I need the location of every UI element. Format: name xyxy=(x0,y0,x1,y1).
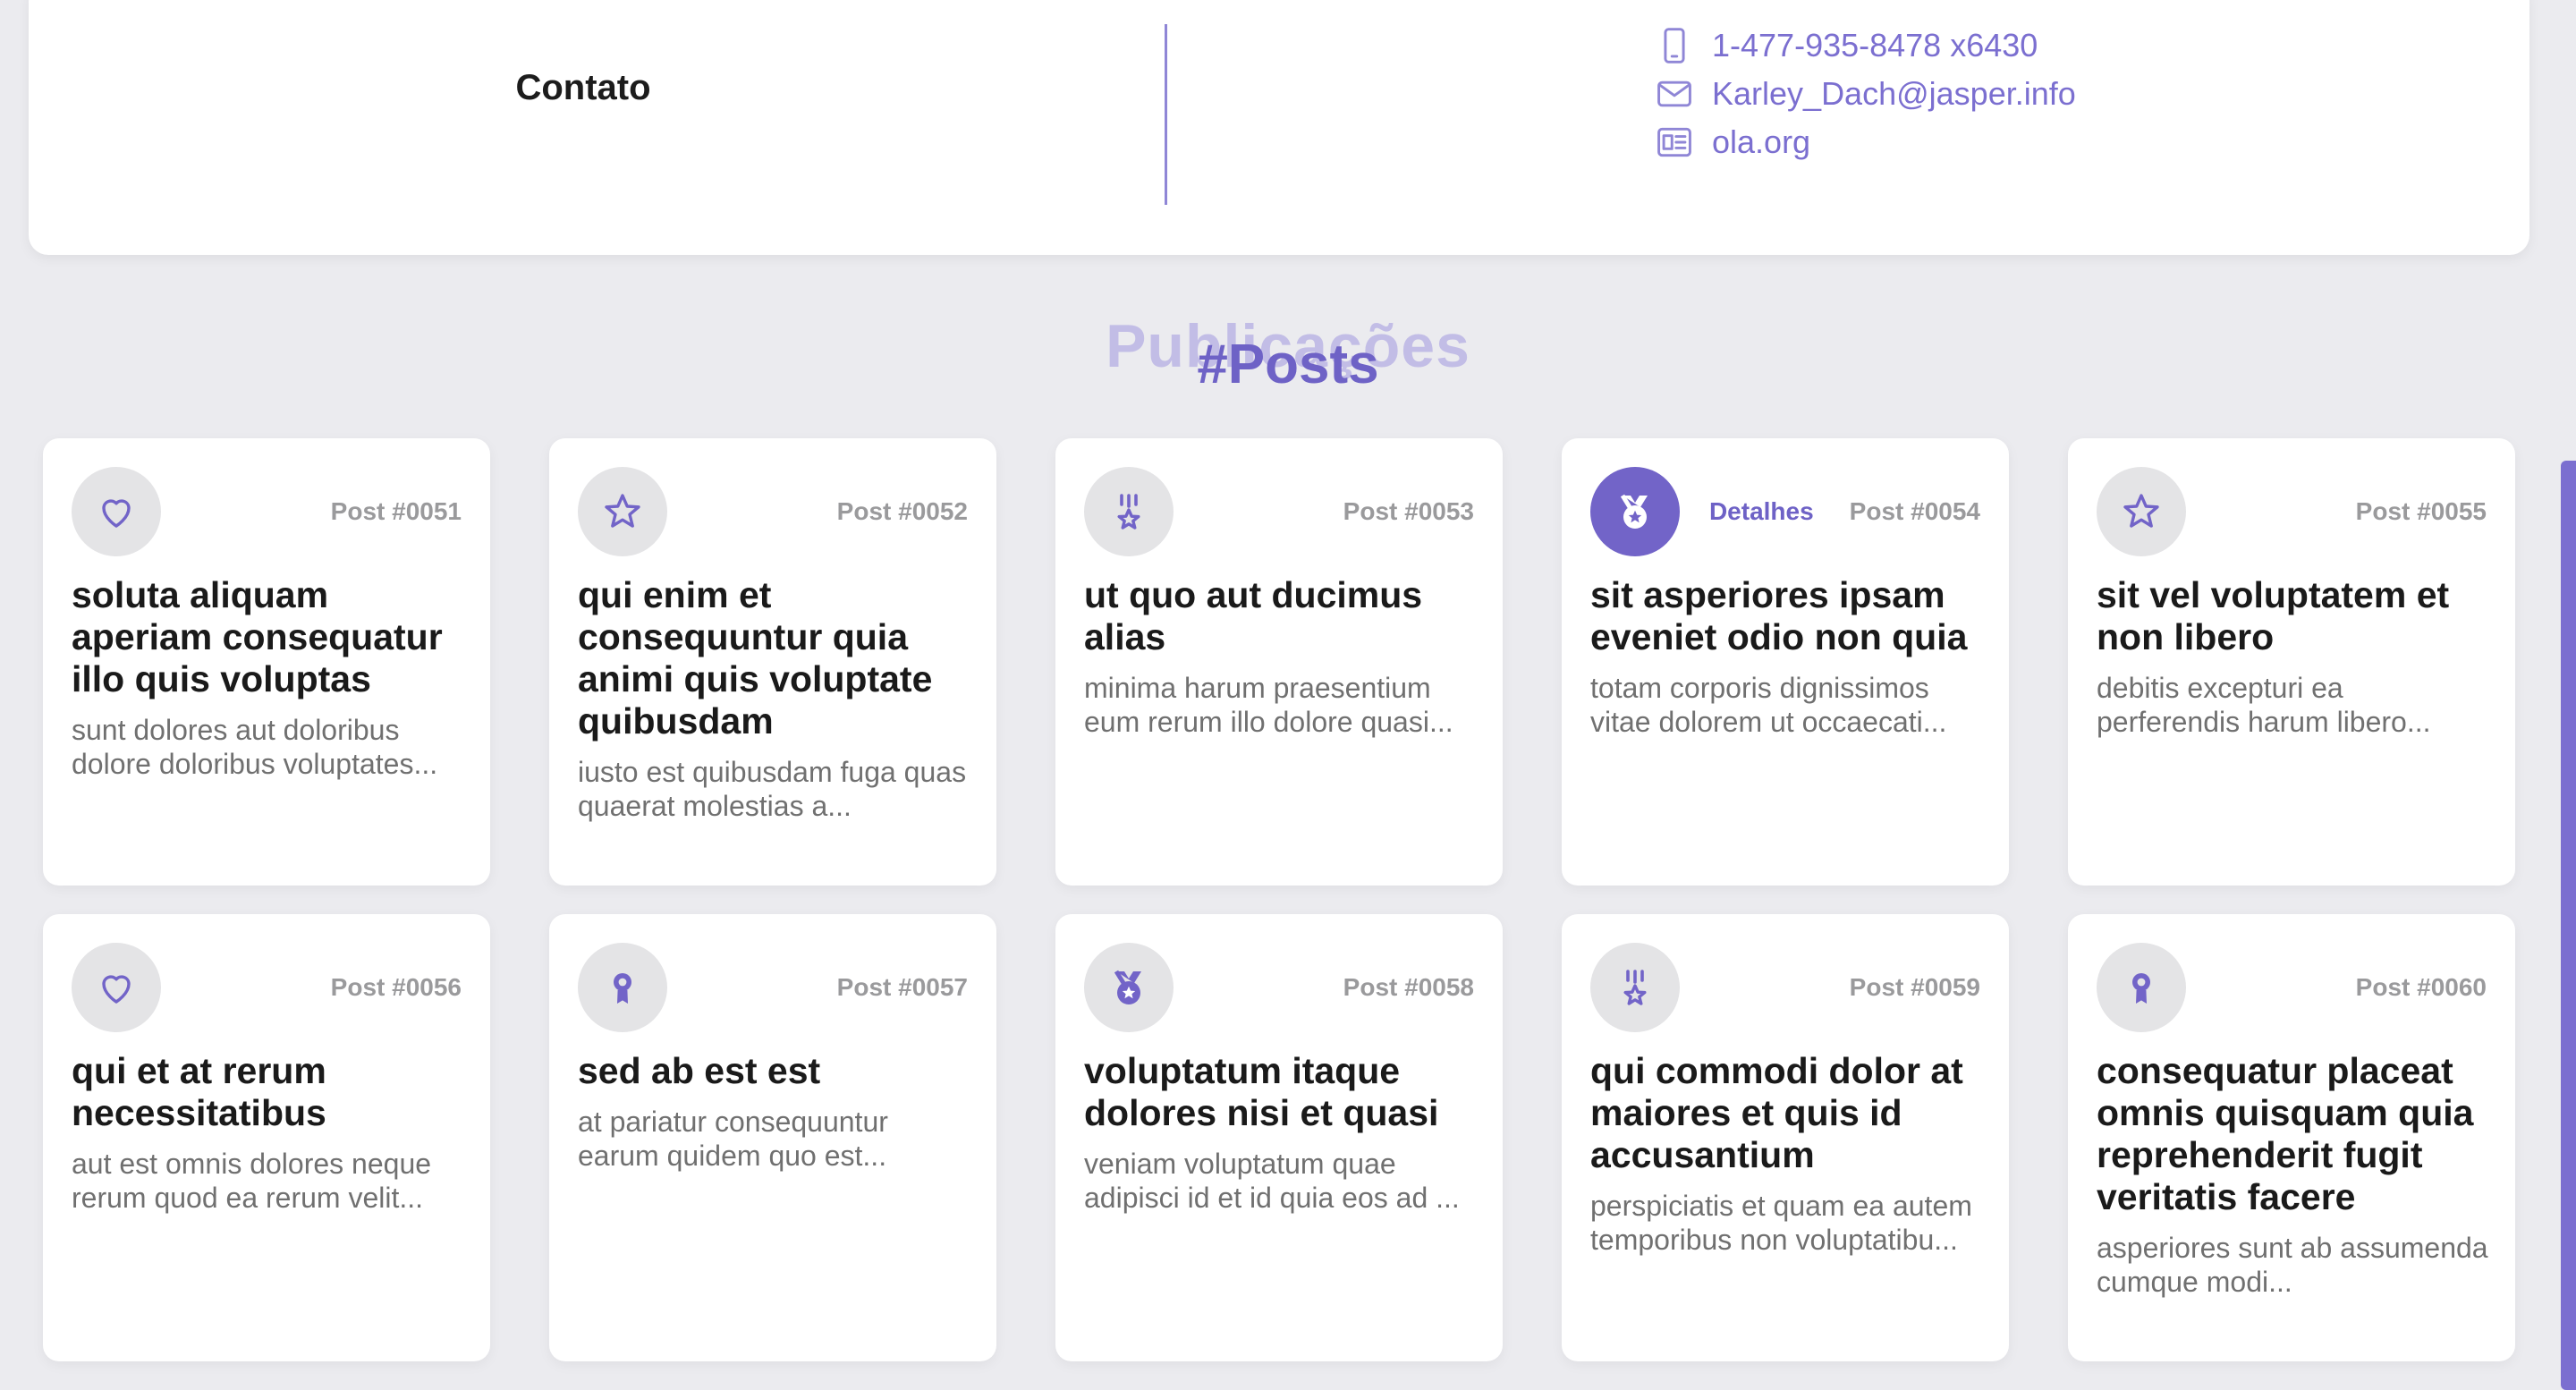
post-card[interactable]: Post #0057 sed ab est est at pariatur cons… xyxy=(549,914,996,1361)
post-card-header: Post #0057 xyxy=(578,943,968,1032)
post-number: Post #0052 xyxy=(836,497,968,525)
post-badge xyxy=(1590,467,1680,556)
contact-title: Contato xyxy=(515,68,651,107)
post-title: sit asperiores ipsam eveniet odio non qu… xyxy=(1590,574,1982,739)
post-title: sit vel voluptatem et non libero debitis … xyxy=(2097,574,2488,739)
contact-divider xyxy=(1165,24,1167,205)
post-card-header: Post #0053 xyxy=(1084,467,1474,556)
contact-email[interactable]: Karley_Dach@jasper.info xyxy=(1655,70,2076,118)
post-card-header: Post #0060 xyxy=(2097,943,2487,1032)
post-number: Post #0057 xyxy=(836,973,968,1001)
star-icon xyxy=(2123,494,2159,528)
post-excerpt: minima harum praesentium eum rerum illo … xyxy=(1084,672,1453,738)
post-excerpt: veniam voluptatum quae adipisci id et id… xyxy=(1084,1148,1460,1214)
medal-icon xyxy=(1114,970,1141,1004)
post-excerpt: at pariatur consequuntur earum quidem qu… xyxy=(578,1106,888,1172)
post-card[interactable]: Post #0053 ut quo aut ducimus alias minima… xyxy=(1055,438,1503,886)
star-icon xyxy=(605,494,640,528)
medal-icon xyxy=(1620,494,1648,529)
post-card[interactable]: Post #0052 qui enim et consequuntur quia … xyxy=(549,438,996,886)
post-badge xyxy=(1084,943,1174,1032)
post-title: qui enim et consequuntur quia animi quis… xyxy=(578,574,970,823)
post-badge xyxy=(72,467,161,556)
post-title-text: qui commodi dolor at maiores et quis id … xyxy=(1590,1050,1963,1175)
post-number: Post #0054 xyxy=(1849,497,1980,525)
post-title: ut quo aut ducimus alias minima harum pra… xyxy=(1084,574,1476,739)
post-card-header: Post #0058 xyxy=(1084,943,1474,1032)
post-excerpt: totam corporis dignissimos vitae dolorem… xyxy=(1590,672,1947,738)
award-ribbon-icon xyxy=(2132,973,2150,1004)
post-card-header: Post #0051 xyxy=(72,467,462,556)
contact-phone-text[interactable]: 1-477-935-8478 x6430 xyxy=(1712,27,2038,64)
post-card-header: Post #0052 xyxy=(578,467,968,556)
post-card[interactable]: Post #0059 qui commodi dolor at maiores e… xyxy=(1562,914,2009,1361)
post-number: Post #0056 xyxy=(330,973,462,1001)
post-title: sed ab est est at pariatur consequuntur e… xyxy=(578,1050,970,1173)
post-excerpt: asperiores sunt ab assumenda cumque modi… xyxy=(2097,1232,2488,1298)
heart-icon xyxy=(102,975,131,1004)
heart-icon xyxy=(102,499,131,528)
military-medal-icon xyxy=(1623,970,1647,1005)
contact-email-text[interactable]: Karley_Dach@jasper.info xyxy=(1712,75,2076,113)
contact-website-text[interactable]: ola.org xyxy=(1712,123,1810,161)
post-badge xyxy=(1590,943,1680,1032)
post-excerpt: debitis excepturi ea perferendis harum l… xyxy=(2097,672,2431,738)
post-title: qui et at rerum necessitatibus aut est om… xyxy=(72,1050,463,1215)
section-heading: Publicações #Posts xyxy=(0,311,2576,401)
post-number: Post #0059 xyxy=(1849,973,1980,1001)
post-card-header: Post #0059 xyxy=(1590,943,1980,1032)
post-excerpt: aut est omnis dolores neque rerum quod e… xyxy=(72,1148,432,1214)
post-number: Post #0053 xyxy=(1343,497,1474,525)
post-card[interactable]: Post #0060 consequatur placeat omnis quis… xyxy=(2068,914,2515,1361)
post-badge xyxy=(2097,467,2186,556)
mail-icon xyxy=(1657,81,1691,107)
post-badge xyxy=(578,943,667,1032)
post-title: consequatur placeat omnis quisquam quia … xyxy=(2097,1050,2488,1299)
post-excerpt: perspiciatis et quam ea autem temporibus… xyxy=(1590,1190,1972,1256)
post-title: soluta aliquam aperiam consequatur illo … xyxy=(72,574,463,781)
post-title-text: ut quo aut ducimus alias xyxy=(1084,574,1423,657)
post-number: Post #0055 xyxy=(2355,497,2487,525)
post-title-text: qui et at rerum necessitatibus xyxy=(72,1050,326,1133)
post-title-text: sit asperiores ipsam eveniet odio non qu… xyxy=(1590,574,1968,657)
post-card-header: Detalhes Post #0054 xyxy=(1590,467,1980,556)
post-number: Post #0060 xyxy=(2355,973,2487,1001)
post-number: Post #0058 xyxy=(1343,973,1474,1001)
award-ribbon-icon xyxy=(614,973,631,1004)
post-card[interactable]: Detalhes Post #0054 sit asperiores ipsam e… xyxy=(1562,438,2009,886)
details-link[interactable]: Detalhes xyxy=(1709,497,1814,526)
contact-card: Contato 1-477-935-8478 x6430 Karley_Dach… xyxy=(29,0,2529,255)
post-title: voluptatum itaque dolores nisi et quasi v… xyxy=(1084,1050,1476,1215)
post-title-text: voluptatum itaque dolores nisi et quasi xyxy=(1084,1050,1439,1133)
post-number: Post #0051 xyxy=(330,497,462,525)
post-title: qui commodi dolor at maiores et quis id … xyxy=(1590,1050,1982,1257)
scrollbar-thumb[interactable] xyxy=(2561,461,2576,1390)
post-excerpt: sunt dolores aut doloribus dolore dolori… xyxy=(72,714,438,780)
page: Contato 1-477-935-8478 x6430 Karley_Dach… xyxy=(0,0,2576,1390)
phone-icon xyxy=(1664,28,1685,64)
post-title-text: consequatur placeat omnis quisquam quia … xyxy=(2097,1050,2474,1217)
post-badge xyxy=(2097,943,2186,1032)
post-title-text: soluta aliquam aperiam consequatur illo … xyxy=(72,574,443,699)
section-heading-foreground: #Posts xyxy=(1197,334,1379,395)
post-card-header: Post #0055 xyxy=(2097,467,2487,556)
post-title-text: sed ab est est xyxy=(578,1050,821,1091)
post-excerpt: iusto est quibusdam fuga quas quaerat mo… xyxy=(578,756,967,822)
post-badge xyxy=(1084,467,1174,556)
post-badge xyxy=(72,943,161,1032)
post-card[interactable]: Post #0051 soluta aliquam aperiam consequ… xyxy=(43,438,490,886)
military-medal-icon xyxy=(1117,494,1140,530)
website-icon xyxy=(1657,127,1691,157)
post-card[interactable]: Post #0058 voluptatum itaque dolores nisi… xyxy=(1055,914,1503,1361)
post-card[interactable]: Post #0055 sit vel voluptatem et non libe… xyxy=(2068,438,2515,886)
post-title-text: sit vel voluptatem et non libero xyxy=(2097,574,2450,657)
contact-website[interactable]: ola.org xyxy=(1655,118,2076,166)
contact-list: 1-477-935-8478 x6430 Karley_Dach@jasper.… xyxy=(1655,21,2076,166)
post-card[interactable]: Post #0056 qui et at rerum necessitatibus… xyxy=(43,914,490,1361)
contact-phone[interactable]: 1-477-935-8478 x6430 xyxy=(1655,21,2076,70)
post-badge xyxy=(578,467,667,556)
post-card-header: Post #0056 xyxy=(72,943,462,1032)
post-title-text: qui enim et consequuntur quia animi quis… xyxy=(578,574,933,742)
